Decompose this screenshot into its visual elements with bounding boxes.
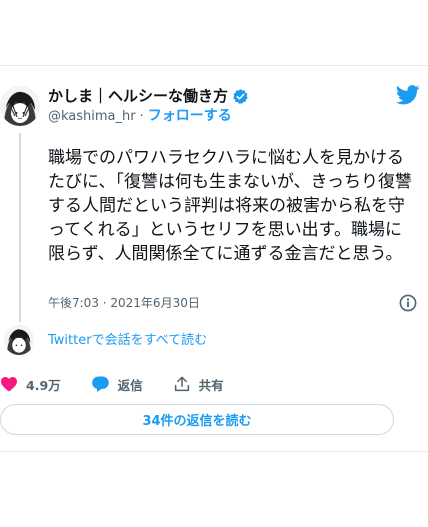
- author-name-row[interactable]: かしま｜ヘルシーな働き方: [48, 86, 249, 106]
- heart-icon: [0, 376, 18, 392]
- share-label: 共有: [198, 377, 224, 393]
- author-handle[interactable]: @kashima_hr: [48, 109, 136, 124]
- read-replies-button[interactable]: 34件の返信を読む: [0, 404, 394, 435]
- speech-bubble-icon: [91, 375, 110, 393]
- conversation-avatar: [4, 325, 34, 355]
- tweet-actions: 4.9万 返信 共有: [0, 373, 254, 395]
- author-avatar[interactable]: [0, 86, 40, 126]
- tweet-timestamp[interactable]: 午後7:03 · 2021年6月30日: [48, 295, 200, 311]
- follow-button[interactable]: フォローする: [148, 108, 232, 124]
- avatar-illustration-small: [4, 325, 34, 355]
- embedded-tweet-card: かしま｜ヘルシーな働き方 @kashima_hr · フォローする 職場でのパワハラ…: [0, 65, 428, 452]
- tweet-text: 職場でのパワハラセクハラに悩む人を見かけるたびに、「復讐は何も生まないが、きっち…: [48, 148, 412, 264]
- verified-badge-icon: [232, 88, 249, 105]
- twitter-bird-icon[interactable]: [395, 85, 420, 105]
- like-count: 4.9万: [26, 377, 61, 393]
- share-button[interactable]: 共有: [173, 375, 224, 394]
- read-conversation-link[interactable]: Twitterで会話をすべて読む: [48, 332, 207, 350]
- share-icon: [173, 375, 191, 393]
- avatar-illustration: [0, 86, 40, 126]
- separator-dot: ·: [139, 109, 144, 124]
- reply-label: 返信: [117, 377, 143, 393]
- author-handle-row: @kashima_hr · フォローする: [48, 107, 232, 126]
- thread-connector-line: [19, 133, 21, 322]
- like-button[interactable]: 4.9万: [0, 375, 61, 394]
- info-icon[interactable]: [399, 294, 417, 312]
- author-display-name[interactable]: かしま｜ヘルシーな働き方: [48, 86, 228, 106]
- reply-button[interactable]: 返信: [91, 375, 143, 394]
